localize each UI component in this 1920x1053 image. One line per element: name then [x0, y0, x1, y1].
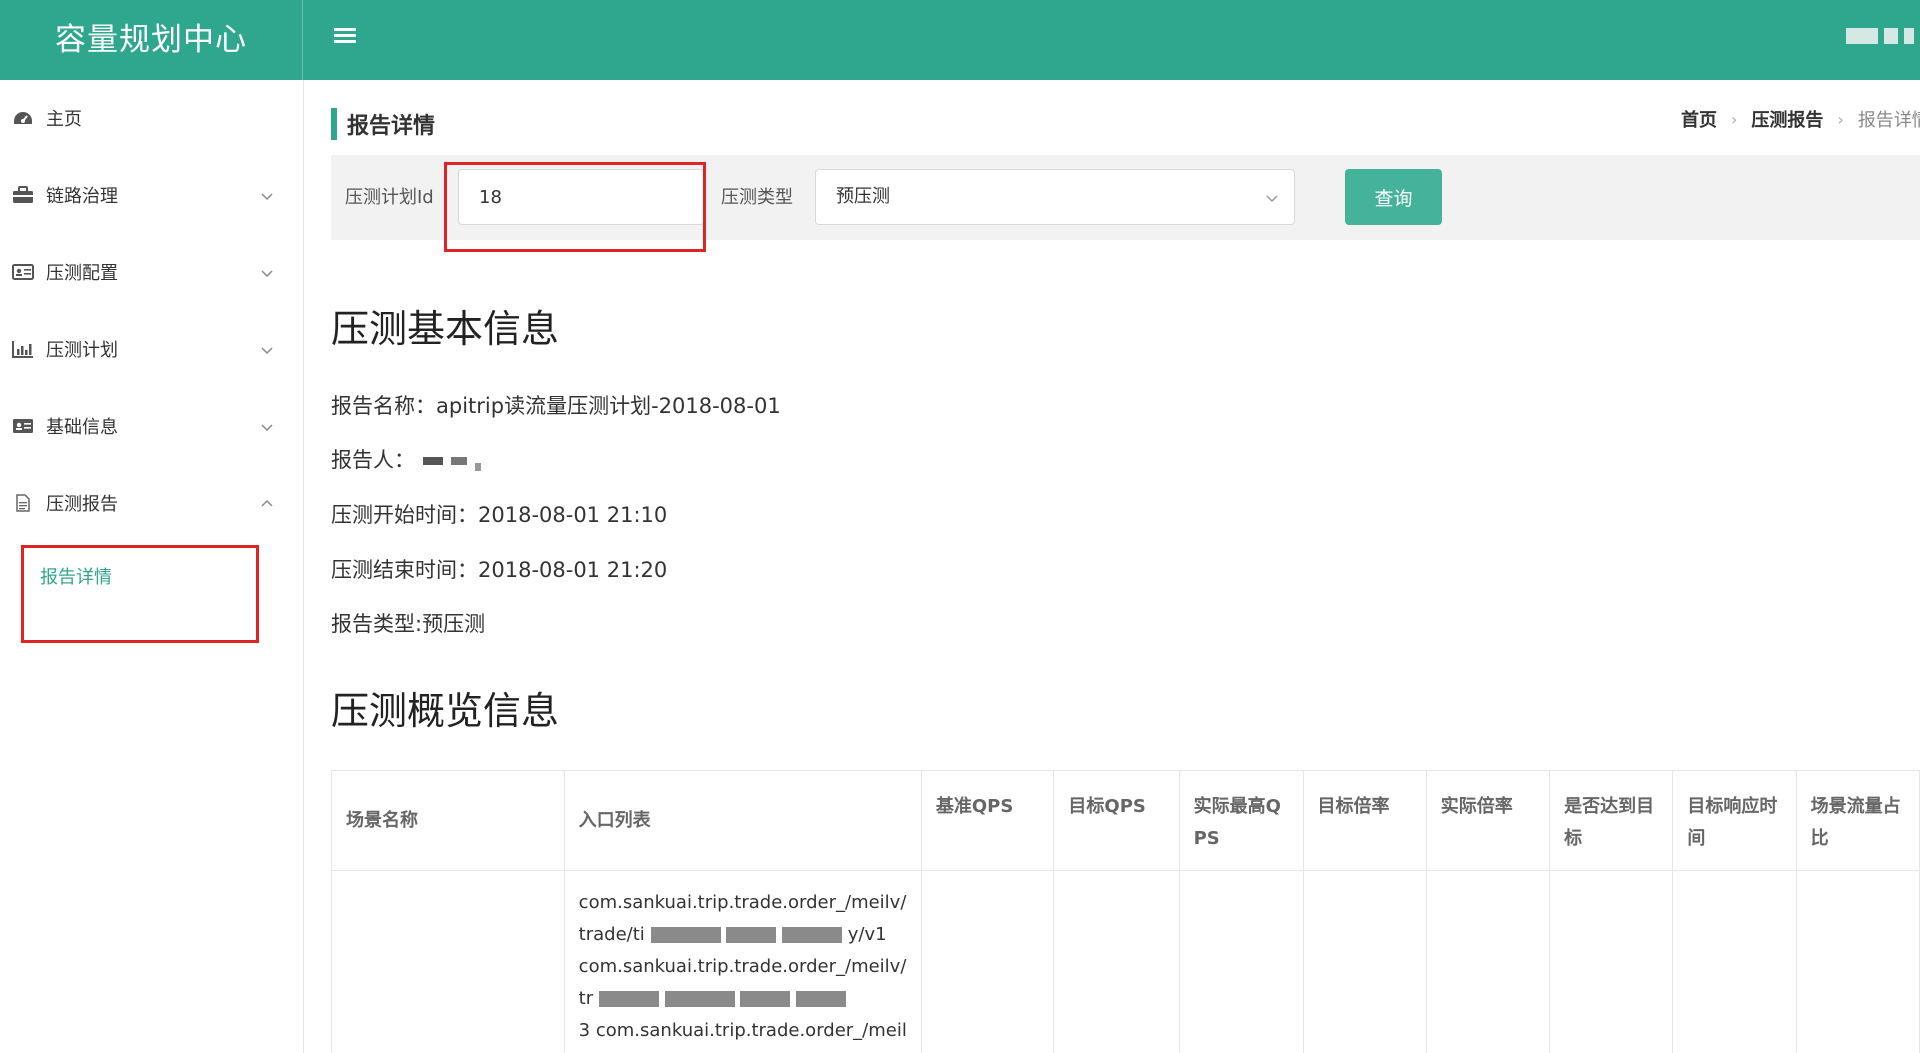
- chevron-down-icon: [260, 265, 274, 279]
- user-avatar[interactable]: [1846, 28, 1914, 44]
- sidebar-item-test-config[interactable]: 压测配置: [0, 247, 303, 297]
- briefcase-icon: [12, 186, 34, 204]
- table-cell: [1302, 870, 1427, 1053]
- sidebar-item-label: 压测计划: [46, 340, 118, 361]
- sidebar-item-label: 压测配置: [46, 263, 118, 284]
- breadcrumb-home[interactable]: 首页: [1681, 106, 1717, 132]
- breadcrumb-current: 报告详情: [1857, 110, 1920, 131]
- page-title: 报告详情: [347, 114, 436, 139]
- dashboard-icon: [12, 109, 34, 127]
- column-header: 入口列表: [563, 770, 922, 871]
- breadcrumb-test-report[interactable]: 压测报告: [1751, 106, 1823, 132]
- table-cell: [1053, 870, 1180, 1053]
- reporter: 报告人：: [331, 444, 481, 474]
- sidebar-item-label: 基础信息: [46, 417, 118, 438]
- filter-bar: 压测计划Id 压测类型 预压测 查询: [331, 155, 1920, 240]
- column-header: 目标倍率: [1302, 770, 1427, 871]
- table-cell: [1795, 870, 1920, 1053]
- breadcrumb: 首页 › 压测报告 › 报告详情: [1681, 106, 1920, 132]
- report-name: 报告名称：apitrip读流量压测计划-2018-08-01: [331, 394, 781, 418]
- table-cell: [331, 870, 565, 1053]
- basic-info-title: 压测基本信息: [331, 307, 560, 351]
- sidebar-item-test-report[interactable]: 压测报告: [0, 478, 303, 528]
- column-header: 场景名称: [331, 770, 565, 871]
- column-header: 场景流量占比: [1795, 770, 1920, 871]
- report-type: 报告类型:预压测: [331, 612, 486, 636]
- top-header: 容量规划中心: [0, 0, 1920, 80]
- column-header: 基准QPS: [920, 770, 1055, 871]
- sidebar-item-label: 链路治理: [46, 186, 118, 207]
- table-cell: [1672, 870, 1797, 1053]
- id-card-icon: [12, 263, 34, 281]
- column-header: 实际倍率: [1425, 770, 1551, 871]
- reporter-label: 报告人：: [331, 448, 415, 472]
- table-header-row: 场景名称 入口列表 基准QPS 目标QPS 实际最高Q PS 目标倍率 实际倍率 …: [331, 770, 1920, 871]
- test-type-value: 预压测: [836, 186, 890, 207]
- chevron-down-icon: [260, 188, 274, 202]
- column-header: 实际最高Q PS: [1178, 770, 1304, 871]
- sidebar-item-basic-info[interactable]: 基础信息: [0, 401, 303, 451]
- sidebar-item-home[interactable]: 主页: [0, 93, 303, 143]
- main-content: 报告详情 首页 › 压测报告 › 报告详情 压测计划Id 压测类型 预压测 查询…: [304, 80, 1920, 1053]
- table-row: com.sankuai.trip.trade.order_/meilv/ tra…: [331, 870, 1920, 1053]
- overview-title: 压测概览信息: [331, 689, 560, 733]
- bar-chart-icon: [12, 340, 34, 358]
- table-cell: [1549, 870, 1674, 1053]
- chevron-up-icon: [260, 496, 274, 510]
- chevron-right-icon: ›: [1731, 109, 1738, 129]
- plan-id-label: 压测计划Id: [345, 187, 434, 208]
- query-button[interactable]: 查询: [1345, 169, 1442, 225]
- table-cell: [920, 870, 1055, 1053]
- entry-list-cell: com.sankuai.trip.trade.order_/meilv/ tra…: [563, 870, 922, 1053]
- table-cell: [1178, 870, 1304, 1053]
- test-type-select[interactable]: 预压测: [815, 169, 1295, 225]
- overview-table: 场景名称 入口列表 基准QPS 目标QPS 实际最高Q PS 目标倍率 实际倍率 …: [331, 770, 1920, 1053]
- column-header: 目标QPS: [1053, 770, 1180, 871]
- column-header: 是否达到目标: [1549, 770, 1674, 871]
- sidebar-item-label: 主页: [46, 109, 82, 130]
- sidebar-item-test-plan[interactable]: 压测计划: [0, 324, 303, 374]
- app-title: 容量规划中心: [0, 0, 303, 80]
- hamburger-icon[interactable]: [334, 28, 356, 46]
- plan-id-input[interactable]: [458, 169, 705, 225]
- end-time: 压测结束时间：2018-08-01 21:20: [331, 558, 668, 582]
- test-type-label: 压测类型: [721, 187, 793, 208]
- file-icon: [12, 494, 34, 512]
- sidebar-item-link-governance[interactable]: 链路治理: [0, 170, 303, 220]
- chevron-down-icon: [260, 419, 274, 433]
- page-title-bar: 报告详情: [331, 108, 435, 140]
- chevron-right-icon: ›: [1837, 109, 1844, 129]
- sidebar-subitem-report-detail[interactable]: 报告详情: [40, 558, 112, 598]
- sidebar-item-label: 压测报告: [46, 494, 118, 515]
- chevron-down-icon: [1264, 190, 1280, 206]
- start-time: 压测开始时间：2018-08-01 21:10: [331, 503, 668, 527]
- table-cell: [1425, 870, 1551, 1053]
- chevron-down-icon: [260, 342, 274, 356]
- sidebar: 主页 链路治理 压测配置 压测计划 基础信息 压测报告 报告详情: [0, 80, 304, 1053]
- redacted-text: [423, 457, 443, 465]
- column-header: 目标响应时间: [1672, 770, 1797, 871]
- address-card-icon: [12, 417, 34, 435]
